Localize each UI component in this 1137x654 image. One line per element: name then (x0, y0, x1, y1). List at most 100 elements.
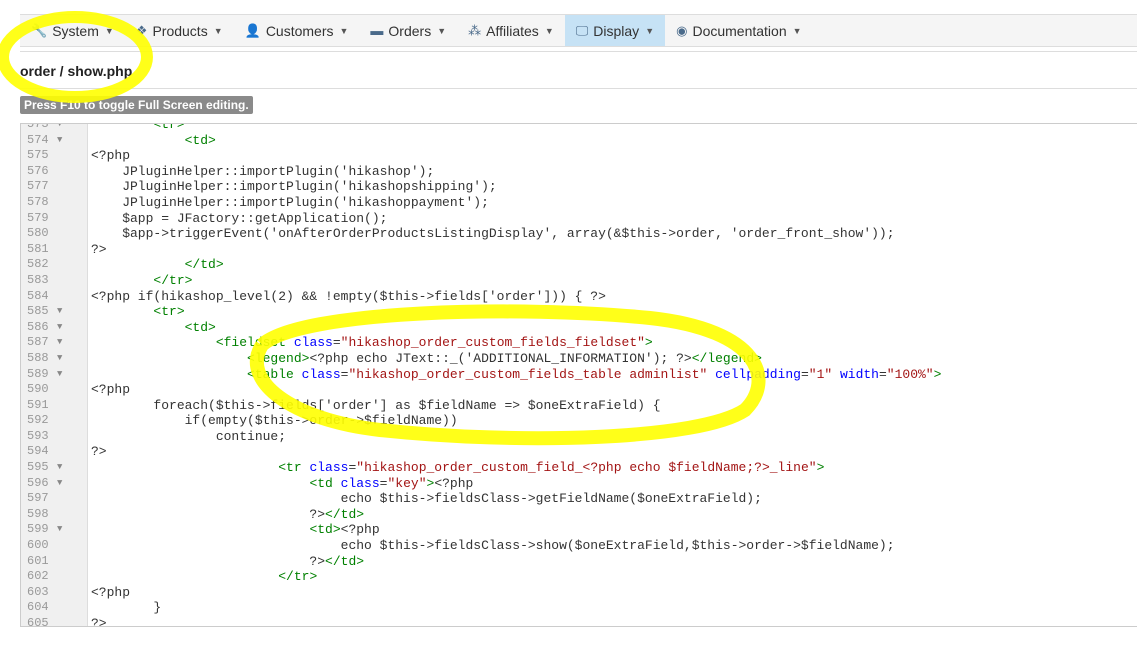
line-text: $app = JFactory::getApplication(); (91, 211, 387, 227)
code-editor[interactable]: 573 ▼ <tr> 574 ▼ <td> 575 <?php 576 JPluginHel… (20, 123, 1137, 627)
code-token: = (800, 366, 809, 382)
fold-toggle-icon[interactable]: ▼ (57, 460, 62, 476)
code-line[interactable]: 600 echo $this->fieldsClass->show($oneEx… (21, 538, 1137, 554)
code-line[interactable]: 580 $app->triggerEvent('onAfterOrderProd… (21, 226, 1137, 242)
code-token: <?php (340, 522, 380, 538)
code-line[interactable]: 582 </td> (21, 257, 1137, 273)
code-line[interactable]: 589 ▼ <table class = "hikashop_order_custom… (21, 367, 1137, 383)
code-lines[interactable]: 573 ▼ <tr> 574 ▼ <td> 575 <?php 576 JPluginHel… (21, 123, 1137, 627)
line-text: if(empty($this->order->$fieldName)) (91, 413, 458, 429)
file-title: order / show.php (20, 63, 133, 79)
code-line[interactable]: 576 JPluginHelper::importPlugin('hikasho… (21, 164, 1137, 180)
code-line[interactable]: 595 ▼ <tr class="hikashop_order_custom_fi… (21, 460, 1137, 476)
line-text: ?> (91, 444, 107, 460)
line-number: 590 (27, 382, 49, 397)
code-line[interactable]: 575 <?php (21, 148, 1137, 164)
code-token: ?> (91, 506, 326, 522)
fold-toggle-icon[interactable]: ▼ (57, 476, 62, 492)
line-number: 575 (27, 148, 49, 163)
code-token: <?php if(hikashop_level(2) && !empty($th… (91, 288, 606, 304)
code-line[interactable]: 591 foreach($this->fields['order'] as $f… (21, 398, 1137, 414)
code-line[interactable]: 579 $app = JFactory::getApplication(); (21, 211, 1137, 227)
wrench-icon: 🔧 (31, 22, 48, 38)
code-token: <?php (434, 475, 474, 491)
code-line[interactable]: 578 JPluginHelper::importPlugin('hikasho… (21, 195, 1137, 211)
menu-products[interactable]: ❖ Products ▼ (125, 15, 234, 46)
code-line[interactable]: 574 ▼ <td> (21, 133, 1137, 149)
line-number: 589 (27, 366, 49, 381)
line-number: 583 (27, 272, 49, 287)
line-number: 584 (27, 288, 49, 303)
line-text: </tr> (91, 273, 192, 289)
users-icon: ⁂ (468, 22, 482, 38)
code-line[interactable]: 584 <?php if(hikashop_level(2) && !empty(… (21, 289, 1137, 305)
code-line[interactable]: 596 ▼ <td class="key"><?php (21, 476, 1137, 492)
caret-down-icon: ▼ (104, 25, 114, 36)
code-line[interactable]: 573 ▼ <tr> (21, 123, 1137, 133)
code-line[interactable]: 603 <?php (21, 585, 1137, 601)
code-line[interactable]: 593 continue; (21, 429, 1137, 445)
code-line[interactable]: 605 ?> (21, 616, 1137, 627)
code-line[interactable]: 581 ?> (21, 242, 1137, 258)
line-number: 573 (27, 123, 49, 131)
fold-toggle-icon[interactable]: ▼ (57, 320, 62, 336)
menu-system[interactable]: 🔧 System ▼ (20, 15, 125, 46)
menu-label: Customers (265, 22, 334, 39)
line-text: $app->triggerEvent('onAfterOrderProducts… (91, 226, 894, 242)
fold-toggle-icon[interactable]: ▼ (57, 335, 62, 351)
code-token: class (293, 335, 333, 351)
file-header: order / show.php (20, 51, 1137, 89)
code-line[interactable]: 594 ?> (21, 444, 1137, 460)
menu-display[interactable]: 🖵 Display ▼ (564, 15, 666, 46)
caret-down-icon: ▼ (544, 25, 554, 36)
code-line[interactable]: 585 ▼ <tr> (21, 304, 1137, 320)
fold-toggle-icon[interactable]: ▼ (57, 522, 62, 538)
code-line[interactable]: 602 </tr> (21, 569, 1137, 585)
code-line[interactable]: 601 ?></td> (21, 554, 1137, 570)
line-number: 587 (27, 335, 49, 350)
line-text: <?php if(hikashop_level(2) && !empty($th… (91, 289, 606, 305)
line-number: 585 (27, 304, 49, 319)
line-text: </tr> (91, 569, 317, 585)
code-token: ?> (91, 616, 107, 627)
code-line[interactable]: 588 ▼ <legend><?php echo JText::_('ADDITI… (21, 351, 1137, 367)
code-token: JPluginHelper::importPlugin('hikashopshi… (91, 179, 497, 195)
code-line[interactable]: 597 echo $this->fieldsClass->getFieldNam… (21, 491, 1137, 507)
menu-affiliates[interactable]: ⁂ Affiliates ▼ (457, 15, 565, 46)
fold-toggle-icon[interactable]: ▼ (57, 304, 62, 320)
line-text: </td> (91, 257, 224, 273)
line-number: 596 (27, 475, 49, 490)
code-token: > (816, 460, 825, 476)
menu-documentation[interactable]: ◉ Documentation ▼ (665, 15, 812, 46)
code-token: "key" (387, 475, 427, 491)
line-text: <td><?php (91, 522, 380, 538)
fold-toggle-icon[interactable]: ▼ (57, 133, 62, 149)
menu-label: Orders (388, 22, 432, 39)
code-line[interactable]: 583 </tr> (21, 273, 1137, 289)
line-text: <td class="key"><?php (91, 476, 473, 492)
line-text: <?php (91, 382, 130, 398)
menu-customers[interactable]: 👤 Customers ▼ (234, 15, 360, 46)
line-number: 581 (27, 241, 49, 256)
code-token: <tr> (153, 123, 185, 132)
code-line[interactable]: 599 ▼ <td><?php (21, 522, 1137, 538)
code-line[interactable]: 587 ▼ <fieldset class="hikashop_order_cus… (21, 335, 1137, 351)
code-token: class (340, 475, 380, 491)
code-line[interactable]: 598 ?></td> (21, 507, 1137, 523)
code-line[interactable]: 586 ▼ <td> (21, 320, 1137, 336)
fold-toggle-icon[interactable]: ▼ (57, 124, 62, 133)
code-token: if(empty($this->order->$fieldName)) (91, 413, 458, 429)
code-token: </td> (184, 257, 224, 273)
menu-orders[interactable]: ▬ Orders ▼ (359, 15, 457, 46)
code-line[interactable]: 577 JPluginHelper::importPlugin('hikasho… (21, 179, 1137, 195)
fold-toggle-icon[interactable]: ▼ (57, 367, 62, 383)
code-line[interactable]: 592 if(empty($this->order->$fieldName)) (21, 413, 1137, 429)
fold-toggle-icon[interactable]: ▼ (57, 351, 62, 367)
code-line[interactable]: 604 } (21, 600, 1137, 616)
monitor-icon: 🖵 (575, 22, 589, 38)
line-number: 588 (27, 350, 49, 365)
code-line[interactable]: 590 <?php (21, 382, 1137, 398)
